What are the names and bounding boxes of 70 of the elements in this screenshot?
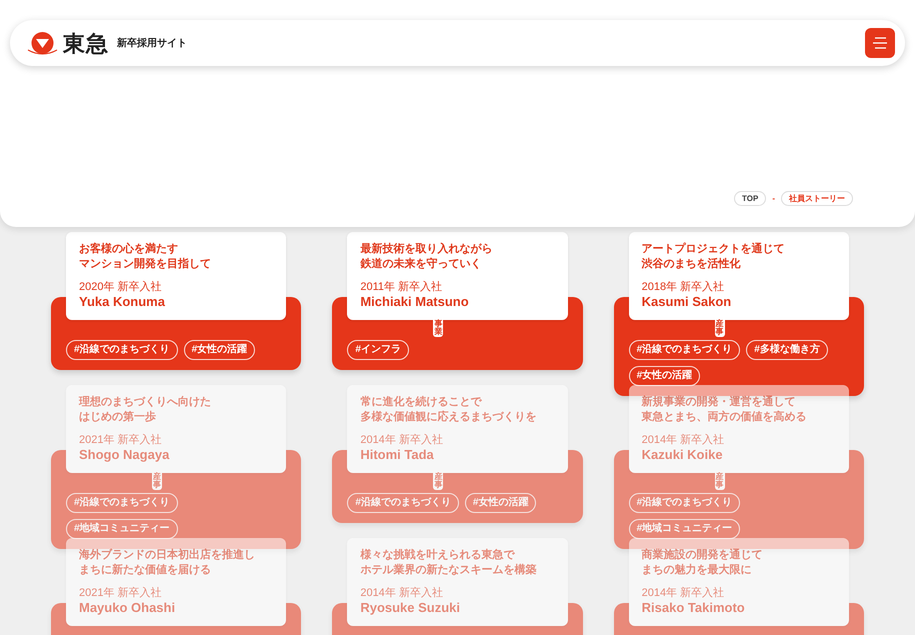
employee-name: Kazuki Koike <box>642 447 724 463</box>
join-year: 2014年 新卒入社 <box>642 433 726 447</box>
join-year: 2020年 新卒入社 <box>79 280 163 294</box>
join-year: 2018年 新卒入社 <box>642 280 726 294</box>
hashtag[interactable]: #地域コミュニティー <box>628 519 740 539</box>
hashtag[interactable]: #地域コミュニティー <box>66 519 178 539</box>
story-title: お客様の心を満たす <box>79 242 179 257</box>
story-title: 新規事業の開発・運営を通して <box>642 395 797 410</box>
category-label: 事業 <box>433 318 444 337</box>
logo-icon[interactable] <box>26 30 59 56</box>
story-title: 最新技術を取り入れながら <box>360 242 494 257</box>
hashtag[interactable]: #インフラ <box>347 340 409 360</box>
story-title: 商業施設の開発を通じて <box>642 548 764 563</box>
breadcrumb-link[interactable]: TOP <box>734 191 766 206</box>
hashtag[interactable]: #沿線でのまちづくり <box>66 340 178 360</box>
story-title: アートプロジェクトを通じて <box>642 242 786 257</box>
join-year: 2011年 新卒入社 <box>360 280 444 294</box>
site-name: 新卒採用サイト <box>117 36 187 50</box>
story-title: はじめの第一歩 <box>79 410 157 425</box>
category-label: 産事 <box>714 471 725 490</box>
story-card[interactable]: 商業施設の開発を通じて まちの魅力を最大限に 2014年 新卒入社 Risako Takimoto <box>628 538 849 626</box>
employee-name: Kasumi Sakon <box>642 294 732 310</box>
story-title: 海外ブランドの日本初出店を推進し <box>79 548 256 563</box>
logo-text[interactable]: 東急 <box>63 26 109 60</box>
story-title: 様々な挑戦を叶えられる東急で <box>360 548 516 563</box>
employee-name: Risako Takimoto <box>642 600 746 616</box>
story-card[interactable]: お客様の心を満たす マンション開発を目指して 2020年 新卒入社 Yuka Konuma <box>66 232 286 320</box>
category-label: 産事 <box>152 471 162 490</box>
join-year: 2021年 新卒入社 <box>79 433 163 447</box>
employee-name: Shogo Nagaya <box>79 447 170 463</box>
story-card[interactable]: 新規事業の開発・運営を通して 東急とまち、両方の価値を高める 2014年 新卒入社 Kazuki Koike <box>628 385 849 473</box>
hashtag[interactable]: #女性の活躍 <box>184 340 256 360</box>
menu-button[interactable] <box>865 28 895 58</box>
join-year: 2014年 新卒入社 <box>360 433 444 447</box>
hashtag[interactable]: #女性の活躍 <box>628 366 700 386</box>
join-year: 2014年 新卒入社 <box>360 586 444 600</box>
hashtag[interactable]: #沿線でのまちづくり <box>66 493 178 513</box>
story-card[interactable]: 理想のまちづくりへ向けた はじめの第一歩 2021年 新卒入社 Shogo Nagaya <box>66 385 286 473</box>
employee-name: Yuka Konuma <box>79 294 166 310</box>
story-card[interactable]: 様々な挑戦を叶えられる東急で ホテル業界の新たなスキームを構築 2014年 新卒入社 Ryosuke Suzuki <box>347 538 568 626</box>
story-title: 鉄道の未来を守っていく <box>360 257 482 272</box>
story-title: まちに新たな価値を届ける <box>79 563 212 578</box>
hashtag[interactable]: #沿線でのまちづくり <box>628 493 740 513</box>
menu-icon <box>873 37 887 49</box>
join-year: 2021年 新卒入社 <box>79 586 163 600</box>
employee-name: Mayuko Ohashi <box>79 600 176 616</box>
employee-name: Hitomi Tada <box>360 447 435 463</box>
story-title: まちの魅力を最大限に <box>642 563 753 578</box>
breadcrumb-link[interactable]: 社員ストーリー <box>781 191 853 206</box>
category-label: 産事 <box>433 471 444 490</box>
story-card[interactable]: アートプロジェクトを通じて 渋谷のまちを活性化 2018年 新卒入社 Kasumi Sakon <box>628 232 849 320</box>
story-card[interactable]: 常に進化を続けることで 多様な価値観に応えるまちづくりを 2014年 新卒入社 Hitomi Tada <box>347 385 568 473</box>
story-title: 渋谷のまちを活性化 <box>642 257 742 272</box>
hashtag[interactable]: #沿線でのまちづくり <box>347 493 459 513</box>
story-title: マンション開発を目指して <box>79 257 212 272</box>
employee-name: Ryosuke Suzuki <box>360 600 462 616</box>
hashtag[interactable]: #沿線でのまちづくり <box>628 340 740 360</box>
category-label: 産事 <box>714 318 725 337</box>
story-title: 常に進化を続けることで <box>360 395 483 410</box>
story-title: 理想のまちづくりへ向けた <box>79 395 212 410</box>
story-title: 東急とまち、両方の価値を高める <box>642 410 808 425</box>
hashtag[interactable]: #女性の活躍 <box>464 493 536 513</box>
story-card[interactable]: 海外ブランドの日本初出店を推進し まちに新たな価値を届ける 2021年 新卒入社 Mayuko Ohashi <box>66 538 286 626</box>
join-year: 2014年 新卒入社 <box>642 586 726 600</box>
breadcrumb-separator: - <box>772 192 775 204</box>
employee-name: Michiaki Matsuno <box>360 294 470 310</box>
story-card[interactable]: 最新技術を取り入れながら 鉄道の未来を守っていく 2011年 新卒入社 Michiaki Matsuno <box>347 232 568 320</box>
story-title: 多様な価値観に応えるまちづくりを <box>360 410 538 425</box>
story-title: ホテル業界の新たなスキームを構築 <box>360 563 538 578</box>
hashtag[interactable]: #多様な働き方 <box>746 340 828 360</box>
